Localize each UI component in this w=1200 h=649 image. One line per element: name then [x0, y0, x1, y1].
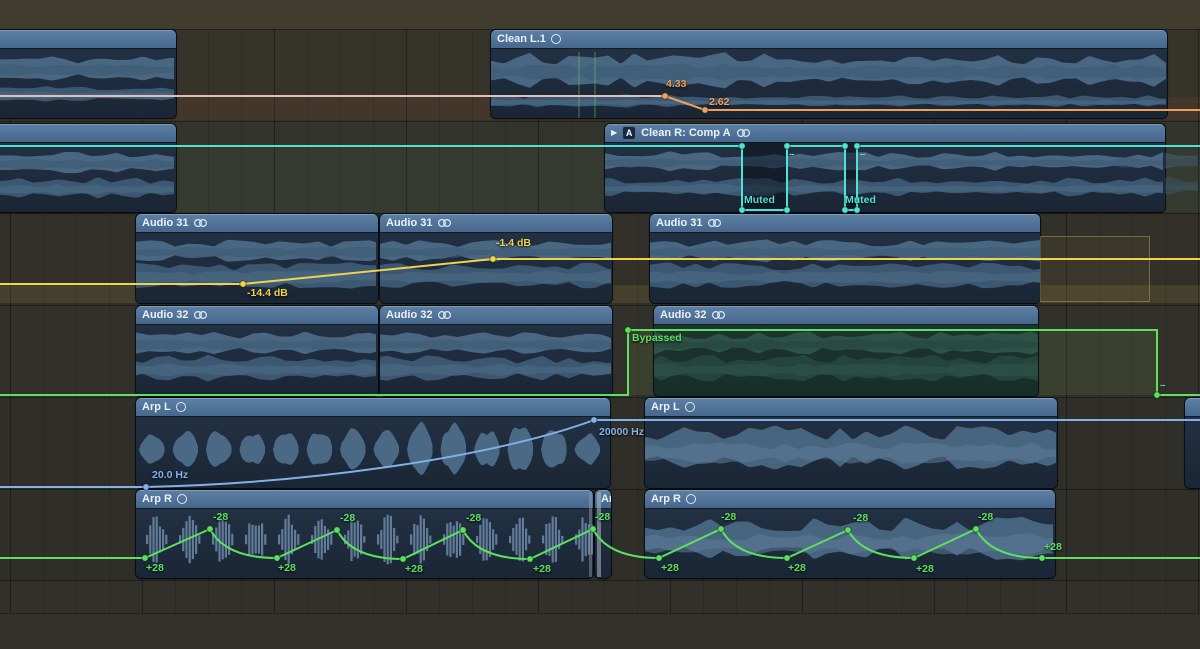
waveform	[136, 508, 593, 578]
region-header: Audio 32	[136, 306, 378, 324]
stereo-icon	[193, 218, 208, 228]
loop-icon	[551, 34, 561, 44]
bottom-margin-strip	[0, 613, 1200, 649]
waveform	[654, 324, 1038, 396]
region-untitled[interactable]	[1185, 398, 1200, 488]
stereo-icon	[193, 310, 208, 320]
region-arp-l[interactable]: Arp L	[136, 398, 610, 488]
region-overflow-waveform	[1165, 142, 1200, 210]
region-header	[0, 124, 176, 142]
stereo-icon	[707, 218, 722, 228]
region-header: Arp L	[136, 398, 610, 416]
region-arp-r[interactable]: Arp R	[136, 490, 593, 578]
bottom-grid-strip	[0, 580, 1200, 614]
loop-icon	[176, 402, 186, 412]
waveform	[645, 508, 1055, 578]
region-header: Audio 31	[380, 214, 612, 232]
waveform	[645, 416, 1057, 488]
region-header: Arp R	[136, 490, 593, 508]
region-arp-l[interactable]: Arp L	[645, 398, 1057, 488]
region-title: Clean R: Comp A	[641, 127, 730, 139]
waveform	[0, 48, 176, 118]
waveform	[1165, 142, 1200, 210]
disclosure-play-icon[interactable]: ▶	[611, 129, 617, 137]
waveform	[491, 48, 1167, 118]
waveform	[650, 232, 1040, 303]
region-audio-31[interactable]: Audio 31	[136, 214, 378, 303]
region-title: Audio 32	[660, 309, 706, 321]
waveform	[605, 142, 1165, 212]
region-header: Audio 32	[380, 306, 612, 324]
region-audio-32[interactable]: Audio 32	[380, 306, 612, 396]
region-clean-r-comp-a[interactable]: ▶ A Clean R: Comp A	[605, 124, 1165, 212]
stereo-icon	[437, 310, 452, 320]
stereo-icon	[437, 218, 452, 228]
region-title: Audio 31	[386, 217, 432, 229]
region-title: Clean L.1	[497, 33, 546, 45]
region-header	[1185, 398, 1200, 416]
region-arp-r[interactable]: Arp R	[645, 490, 1055, 578]
waveform	[380, 232, 612, 303]
top-margin-strip	[0, 0, 1200, 29]
region-clean-l-1[interactable]: Clean L.1	[491, 30, 1167, 118]
region-title: Arp R	[651, 493, 681, 505]
region-header: Arp L	[645, 398, 1057, 416]
region-audio-32[interactable]: Audio 32	[654, 306, 1038, 396]
waveform	[0, 142, 176, 212]
region-header: Audio 31	[650, 214, 1040, 232]
region-header: Audio 32	[654, 306, 1038, 324]
region-title: Arp L	[142, 401, 171, 413]
region-header: Clean L.1	[491, 30, 1167, 48]
loop-icon	[686, 494, 696, 504]
stereo-icon	[711, 310, 726, 320]
waveform	[380, 324, 612, 396]
loop-icon	[177, 494, 187, 504]
region-audio-31[interactable]: Audio 31	[380, 214, 612, 303]
loop-icon	[685, 402, 695, 412]
region-title: Audio 31	[656, 217, 702, 229]
region-title: Audio 32	[142, 309, 188, 321]
region-title: Audio 32	[386, 309, 432, 321]
take-badge: A	[622, 126, 636, 140]
region-header	[0, 30, 176, 48]
region-header: ▶ A Clean R: Comp A	[605, 124, 1165, 142]
region-header: Audio 31	[136, 214, 378, 232]
region-header: Arp R	[645, 490, 1055, 508]
waveform	[136, 416, 610, 488]
region-title: Arp L	[651, 401, 680, 413]
region-untitled[interactable]	[0, 30, 176, 118]
stereo-icon	[736, 128, 751, 138]
region-audio-31[interactable]: Audio 31	[650, 214, 1040, 303]
region-untitled[interactable]	[0, 124, 176, 212]
region-audio-32[interactable]: Audio 32	[136, 306, 378, 396]
region-title: Ar	[601, 493, 611, 505]
arrange-area: Clean L.1 ▶ A Clean R: Comp A Audio 31 Audio …	[0, 0, 1200, 649]
region-header: Ar	[595, 490, 611, 508]
waveform	[136, 324, 378, 396]
waveform	[136, 232, 378, 303]
region-title: Arp R	[142, 493, 172, 505]
region-title: Audio 31	[142, 217, 188, 229]
region-ar[interactable]: Ar	[595, 490, 611, 578]
